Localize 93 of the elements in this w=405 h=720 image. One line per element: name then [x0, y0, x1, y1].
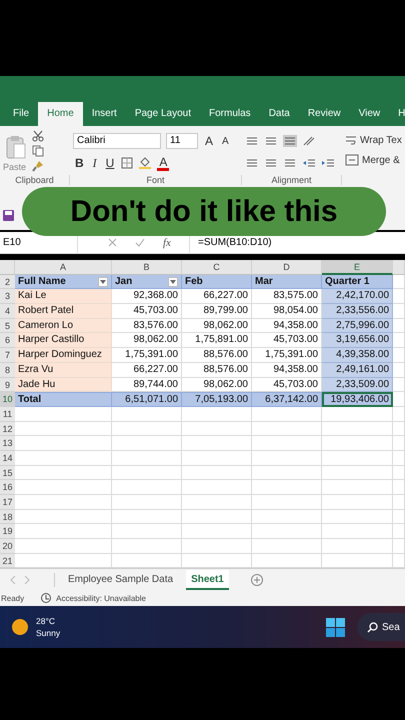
- table-cell: Quarter 1: [322, 274, 393, 290]
- table-cell: Robert Patel: [15, 304, 112, 319]
- ribbon-tab[interactable]: Formulas: [200, 102, 260, 126]
- insert-function-button[interactable]: fx: [163, 236, 171, 248]
- status-text: Accessibility: Unavailable: [56, 594, 146, 603]
- table-cell: 66,227.00: [112, 362, 182, 378]
- row-header[interactable]: 13: [0, 436, 15, 451]
- table-cell: Cameron Lo: [15, 318, 112, 334]
- row-header[interactable]: 9: [0, 378, 15, 392]
- table-cell: 4,39,358.00: [322, 348, 393, 363]
- italic-button[interactable]: I: [90, 156, 99, 170]
- row-header[interactable]: 18: [0, 510, 15, 524]
- table-cell: 66,227.00: [182, 289, 252, 304]
- table-cell: Jade Hu: [15, 378, 112, 392]
- table-cell: 2,33,556.00: [322, 304, 393, 319]
- group-label: Font: [70, 175, 242, 185]
- row-header[interactable]: 21: [0, 554, 15, 568]
- column-header[interactable]: C: [182, 260, 252, 275]
- font-name-dropdown[interactable]: Calibri: [73, 133, 161, 149]
- font-color-button[interactable]: A: [157, 156, 170, 170]
- sheet-tab[interactable]: Sheet1: [186, 570, 229, 590]
- table-cell: Jan: [112, 274, 182, 290]
- group-label: Alignment: [242, 175, 342, 185]
- row-header[interactable]: 19: [0, 524, 15, 540]
- ribbon-tab[interactable]: View: [350, 102, 390, 126]
- table-cell: Feb: [182, 274, 252, 290]
- table-cell: 92,368.00: [112, 289, 182, 304]
- ribbon-tab[interactable]: Insert: [82, 102, 126, 126]
- row-header[interactable]: 16: [0, 480, 15, 495]
- ribbon-tab[interactable]: Home: [38, 102, 83, 126]
- wrap-text-button[interactable]: Wrap Tex: [345, 134, 402, 146]
- column-header[interactable]: A: [15, 260, 112, 275]
- bold-button[interactable]: B: [73, 156, 86, 170]
- table-cell: 2,33,509.00: [322, 378, 393, 392]
- merge-button[interactable]: Merge &: [345, 154, 402, 166]
- table-cell: 45,703.00: [112, 304, 182, 319]
- search-box[interactable]: Sea: [357, 613, 405, 642]
- row-header[interactable]: 11: [0, 406, 15, 422]
- row-header[interactable]: 12: [0, 422, 15, 436]
- row-header[interactable]: 3: [0, 289, 15, 304]
- table-cell: 83,576.00: [112, 318, 182, 334]
- table-cell: 7,05,193.00: [182, 392, 252, 407]
- caption-banner: Don't do it like this: [22, 187, 386, 236]
- table-cell: 1,75,391.00: [112, 348, 182, 363]
- row-header[interactable]: 2: [0, 274, 15, 290]
- table-cell: 2,49,161.00: [322, 362, 393, 378]
- row-header[interactable]: 5: [0, 318, 15, 334]
- table-cell: 6,51,071.00: [112, 392, 182, 407]
- table-cell: Ezra Vu: [15, 362, 112, 378]
- row-header[interactable]: 10: [0, 392, 15, 407]
- shrink-font-button[interactable]: A: [220, 136, 231, 146]
- row-header[interactable]: 17: [0, 495, 15, 510]
- table-cell: Mar: [252, 274, 322, 290]
- table-cell: Harper Dominguez: [15, 348, 112, 363]
- status-text: Ready: [1, 594, 24, 603]
- table-cell: Kai Le: [15, 289, 112, 304]
- ribbon-tab[interactable]: Page Layout: [126, 102, 200, 126]
- table-cell: 89,799.00: [182, 304, 252, 319]
- row-header[interactable]: 8: [0, 362, 15, 378]
- row-header[interactable]: 14: [0, 450, 15, 466]
- row-header[interactable]: 6: [0, 333, 15, 348]
- grow-font-button[interactable]: A: [203, 134, 216, 148]
- row-header[interactable]: 4: [0, 304, 15, 319]
- underline-button[interactable]: U: [104, 156, 116, 170]
- formula-field[interactable]: =SUM(B10:D10): [190, 237, 272, 248]
- table-cell: 88,576.00: [182, 348, 252, 363]
- table-cell: 1,75,891.00: [182, 333, 252, 348]
- table-cell: 98,062.00: [112, 333, 182, 348]
- group-label: Clipboard: [0, 175, 70, 185]
- column-header[interactable]: B: [112, 260, 182, 275]
- table-cell: 98,062.00: [182, 318, 252, 334]
- table-cell: 2,42,170.00: [322, 289, 393, 304]
- ribbon-tab[interactable]: Data: [260, 102, 299, 126]
- column-header[interactable]: E: [322, 260, 393, 275]
- table-cell: 88,576.00: [182, 362, 252, 378]
- sheet-tab[interactable]: Employee Sample Data: [63, 570, 178, 590]
- font-size-dropdown[interactable]: 11: [166, 133, 198, 149]
- row-header[interactable]: 15: [0, 466, 15, 480]
- table-cell: 6,37,142.00: [252, 392, 322, 407]
- row-header[interactable]: 20: [0, 539, 15, 554]
- table-cell: Harper Castillo: [15, 333, 112, 348]
- table-cell: Full Name: [15, 274, 112, 290]
- name-box[interactable]: E10: [0, 232, 78, 253]
- table-cell: 2,75,996.00: [322, 318, 393, 334]
- weather-widget[interactable]: 28°C Sunny: [12, 615, 60, 640]
- ribbon-tab[interactable]: H: [389, 102, 405, 126]
- table-cell: 19,93,406.00: [322, 392, 393, 407]
- table-cell: 3,19,656.00: [322, 333, 393, 348]
- row-header[interactable]: 7: [0, 348, 15, 363]
- column-header[interactable]: D: [252, 260, 322, 275]
- table-cell: Total: [15, 392, 112, 407]
- ribbon-tab[interactable]: File: [4, 102, 38, 126]
- ribbon-tab[interactable]: Review: [298, 102, 350, 126]
